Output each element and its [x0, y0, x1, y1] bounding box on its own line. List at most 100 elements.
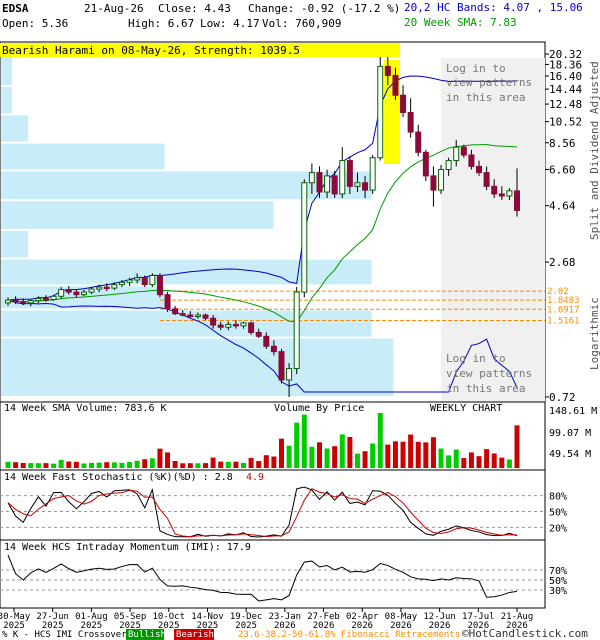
volume-bar: [263, 455, 269, 468]
volume-bar: [35, 463, 41, 468]
candle-body: [392, 74, 399, 96]
candle-body: [248, 322, 255, 333]
volume-bar: [142, 459, 148, 468]
volume-bar: [28, 463, 34, 468]
price-tick-label: 16.40: [549, 70, 582, 83]
volume-bar: [453, 449, 459, 468]
candle-body: [498, 193, 505, 197]
candle-body: [179, 313, 186, 316]
legend-prefix: % K - HCS IMI Crossover:: [2, 630, 132, 640]
volume-bar: [400, 441, 406, 468]
fib-label: 1.5161: [547, 317, 580, 327]
volume-bar: [89, 462, 95, 468]
login-line[interactable]: in this area: [446, 382, 525, 395]
candle-body: [460, 146, 467, 156]
candle-body: [339, 160, 346, 195]
volume-bar: [81, 463, 87, 468]
price-tick-label: 4.64: [549, 200, 576, 213]
volume-bar: [58, 459, 64, 468]
volume-bar: [233, 461, 239, 468]
weekly-chart-label: WEEKLY CHART: [430, 403, 502, 414]
candle-body: [476, 165, 483, 174]
open-value: Open: 5.36: [2, 17, 68, 30]
login-line[interactable]: in this area: [446, 91, 525, 104]
imi-label: 14 Week HCS Intraday Momentum (IMI): 17.…: [4, 542, 251, 553]
vbp-bar: [1, 55, 12, 86]
candle-body: [453, 146, 460, 162]
fibonacci-label: 23.6-38.2-50-61.8% Fibonacci Retracement…: [238, 630, 460, 640]
candle-body: [377, 65, 384, 159]
volume-bar: [461, 458, 467, 468]
volume-bar: [210, 457, 216, 468]
volume-axis: 148.61 M 99.07 M 49.54 M: [549, 406, 597, 460]
volume-bar: [241, 462, 247, 468]
login-line[interactable]: Log in to: [446, 62, 506, 75]
volume-bar: [354, 453, 360, 468]
imi-axis: 70%50%30%: [549, 566, 567, 597]
candle-body: [20, 301, 27, 304]
volume-bar: [225, 461, 231, 468]
login-line[interactable]: view patterns: [446, 367, 532, 380]
volume-bar: [165, 452, 171, 468]
login-line[interactable]: Log in to: [446, 352, 506, 365]
candle-body: [194, 314, 201, 318]
volume-bar: [5, 461, 11, 468]
volume-bar: [195, 463, 201, 468]
volume-value: Vol: 760,909: [262, 17, 341, 30]
candle-body: [491, 185, 498, 195]
candle-body: [506, 190, 513, 197]
date-axis: 30-May202527-Jun202501-Aug202505-Sep2025…: [0, 608, 533, 631]
volume-bar: [332, 446, 338, 468]
price-tick-label: 6.60: [549, 163, 576, 176]
volume-bar: [362, 451, 368, 468]
candle-body: [172, 308, 179, 315]
candle-body: [445, 160, 452, 170]
volume-bar: [20, 462, 26, 468]
volume-bar: [278, 438, 284, 468]
vbp-bar: [1, 230, 29, 258]
volume-bar: [415, 441, 421, 468]
stochastic-axis: 80% 50% 20%: [549, 492, 567, 535]
vbp-bar: [1, 143, 165, 170]
candle-body: [141, 277, 148, 286]
copyright[interactable]: ©HotCandlestick.com: [462, 627, 588, 640]
sma-value: 20 Week SMA: 7.83: [404, 16, 517, 29]
candle-body: [50, 295, 57, 301]
volume-bar: [13, 462, 19, 468]
stoch-tick-label: 50%: [549, 508, 567, 519]
candle-body: [331, 175, 338, 195]
vbp-bar: [1, 87, 12, 114]
symbol: EDSA: [2, 2, 29, 15]
volume-bar: [157, 448, 163, 468]
volume-bar: [438, 448, 444, 468]
volume-bar: [73, 461, 79, 468]
imi-tick-label: 30%: [549, 586, 567, 597]
volume-bar: [104, 462, 110, 468]
price-axis: 20.3218.3616.4014.4412.4810.528.566.604.…: [545, 48, 582, 404]
volume-tick-label: 148.61 M: [549, 406, 597, 417]
header: EDSA 21-Aug-26 Close: 4.43 Change: -0.92…: [2, 1, 583, 30]
volume-bar: [149, 458, 155, 468]
candle-body: [324, 175, 331, 193]
login-line[interactable]: view patterns: [446, 76, 532, 89]
candle-body: [468, 154, 475, 167]
candle-body: [286, 368, 293, 381]
volume-tick-label: 49.54 M: [549, 449, 591, 460]
fib-label: 1.6917: [547, 305, 580, 315]
volume-bar: [446, 455, 452, 468]
price-tick-label: 10.52: [549, 116, 582, 129]
candle-body: [263, 335, 270, 347]
volume-bar: [430, 437, 436, 468]
high-value: High: 6.67: [128, 17, 194, 30]
candle-body: [65, 289, 72, 293]
candle-body: [12, 299, 19, 303]
candle-body: [362, 182, 369, 191]
price-tick-label: 0.72: [549, 391, 576, 404]
candle-body: [217, 324, 224, 328]
candle-body: [422, 151, 429, 177]
candle-body: [149, 275, 156, 286]
vbp-bar: [1, 201, 274, 229]
vbp-bar: [1, 310, 372, 337]
candle-body: [111, 284, 118, 289]
candle-body: [96, 286, 103, 290]
